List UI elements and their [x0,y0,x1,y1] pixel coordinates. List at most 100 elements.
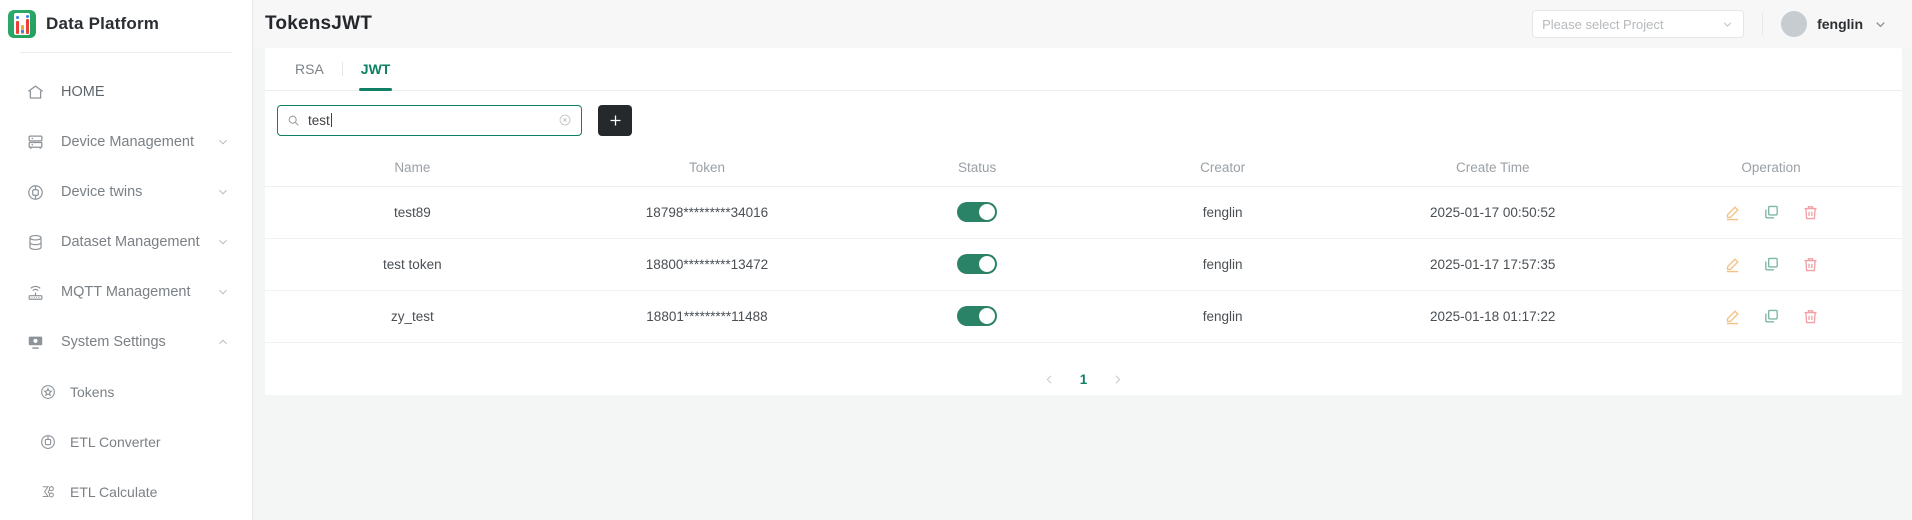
cell-operation [1640,186,1902,239]
sidebar-item-system-settings[interactable]: System Settings [0,317,252,367]
clear-circle-icon[interactable] [558,113,572,127]
table-row: test token 18800*********13472 fenglin 2… [265,238,1902,291]
status-toggle[interactable] [957,306,998,326]
sidebar-item-label: Device Management [61,134,194,150]
calculate-icon [38,483,57,502]
sidebar-nav: HOME Device Management Device twins Data… [0,53,252,517]
sidebar-item-etl-calculate[interactable]: ETL Calculate [0,467,252,517]
table-header-row: Name Token Status Creator Create Time Op… [265,149,1902,187]
cell-creator: fenglin [1099,238,1346,291]
sidebar-item-label: Dataset Management [61,234,200,250]
cell-creator: fenglin [1099,290,1346,343]
edit-icon[interactable] [1724,308,1741,325]
app-root: Data Platform HOME Device Management Dev… [0,0,1912,520]
brand-name: Data Platform [46,14,160,33]
top-header: TokensJWT Please select Project fenglin [253,0,1912,48]
sidebar-item-label: ETL Calculate [70,484,158,500]
tab-jwt[interactable]: JWT [343,48,409,91]
sidebar-item-device-twins[interactable]: Device twins [0,167,252,217]
cell-create-time: 2025-01-17 17:57:35 [1345,238,1641,291]
user-menu[interactable]: fenglin [1781,11,1888,37]
column-header-status: Status [854,149,1100,187]
cell-name: test token [265,238,560,291]
device-twin-icon [26,183,45,202]
home-icon [26,83,45,102]
main-area: TokensJWT Please select Project fenglin [253,0,1912,520]
header-divider [1762,13,1764,35]
avatar [1781,11,1808,37]
cell-status [854,290,1100,343]
pagination: 1 [265,343,1902,393]
status-toggle[interactable] [957,254,998,274]
table-body: test89 18798*********34016 fenglin 2025-… [265,186,1902,343]
column-header-creator: Creator [1099,149,1346,187]
copy-icon[interactable] [1763,204,1780,221]
plus-icon [607,112,624,129]
chevron-down-icon [1721,18,1734,31]
cell-name: test89 [265,186,560,239]
toolbar: test [265,91,1902,149]
delete-icon[interactable] [1802,308,1819,325]
delete-icon[interactable] [1802,204,1819,221]
table-row: test89 18798*********34016 fenglin 2025-… [265,186,1902,239]
pagination-next[interactable] [1104,365,1132,393]
sidebar-item-mqtt-management[interactable]: MQTT Management [0,267,252,317]
cell-token: 18798*********34016 [559,186,855,239]
cell-operation [1640,238,1902,291]
sidebar-item-etl-converter[interactable]: ETL Converter [0,417,252,467]
tab-rsa[interactable]: RSA [277,48,342,91]
pagination-page-1[interactable]: 1 [1070,365,1098,393]
monitor-settings-icon [26,333,45,352]
edit-icon[interactable] [1724,256,1741,273]
sidebar-item-dataset-management[interactable]: Dataset Management [0,217,252,267]
server-rack-icon [26,133,45,152]
converter-icon [38,433,57,452]
sidebar-item-tokens[interactable]: Tokens [0,367,252,417]
token-badge-icon [38,383,57,402]
table-row: zy_test 18801*********11488 fenglin 2025… [265,290,1902,343]
cell-create-time: 2025-01-18 01:17:22 [1345,290,1641,343]
column-header-operation: Operation [1640,149,1902,187]
chevron-down-icon [216,135,230,149]
tab-bar: RSA JWT [265,48,1902,91]
sidebar-item-label: Device twins [61,184,143,200]
chevron-left-icon [1043,373,1056,386]
column-header-token: Token [559,149,855,187]
sidebar-item-label: System Settings [61,334,166,350]
column-header-create-time: Create Time [1345,149,1641,187]
cell-status [854,238,1100,291]
search-icon [287,114,300,127]
sidebar-item-device-management[interactable]: Device Management [0,117,252,167]
cell-status [854,186,1100,239]
sidebar-item-label: Tokens [70,384,115,400]
search-input-value: test [308,112,330,128]
sidebar-item-label: ETL Converter [70,434,161,450]
chevron-down-icon [216,235,230,249]
router-wifi-icon [26,283,45,302]
copy-icon[interactable] [1763,256,1780,273]
copy-icon[interactable] [1763,308,1780,325]
edit-icon[interactable] [1724,204,1741,221]
chevron-down-icon [216,285,230,299]
cell-token: 18800*********13472 [559,238,855,291]
database-icon [26,233,45,252]
status-toggle[interactable] [957,202,998,222]
chevron-up-icon [216,335,230,349]
tab-label: JWT [360,61,391,77]
add-token-button[interactable] [598,104,632,136]
brand: Data Platform [0,0,252,48]
project-select[interactable]: Please select Project [1532,10,1745,38]
content-card: RSA JWT test Name Token Status Creator C… [265,48,1902,395]
delete-icon[interactable] [1802,256,1819,273]
cell-operation [1640,290,1902,343]
chevron-right-icon [1111,373,1124,386]
sidebar-item-label: HOME [61,84,105,100]
search-field[interactable]: test [277,104,582,136]
search-input[interactable]: test [308,113,550,128]
tab-label: RSA [295,61,324,77]
sidebar-item-home[interactable]: HOME [0,67,252,117]
cell-create-time: 2025-01-17 00:50:52 [1345,186,1641,239]
chevron-down-icon [216,185,230,199]
pagination-prev[interactable] [1036,365,1064,393]
tokens-table: Name Token Status Creator Create Time Op… [265,149,1902,343]
